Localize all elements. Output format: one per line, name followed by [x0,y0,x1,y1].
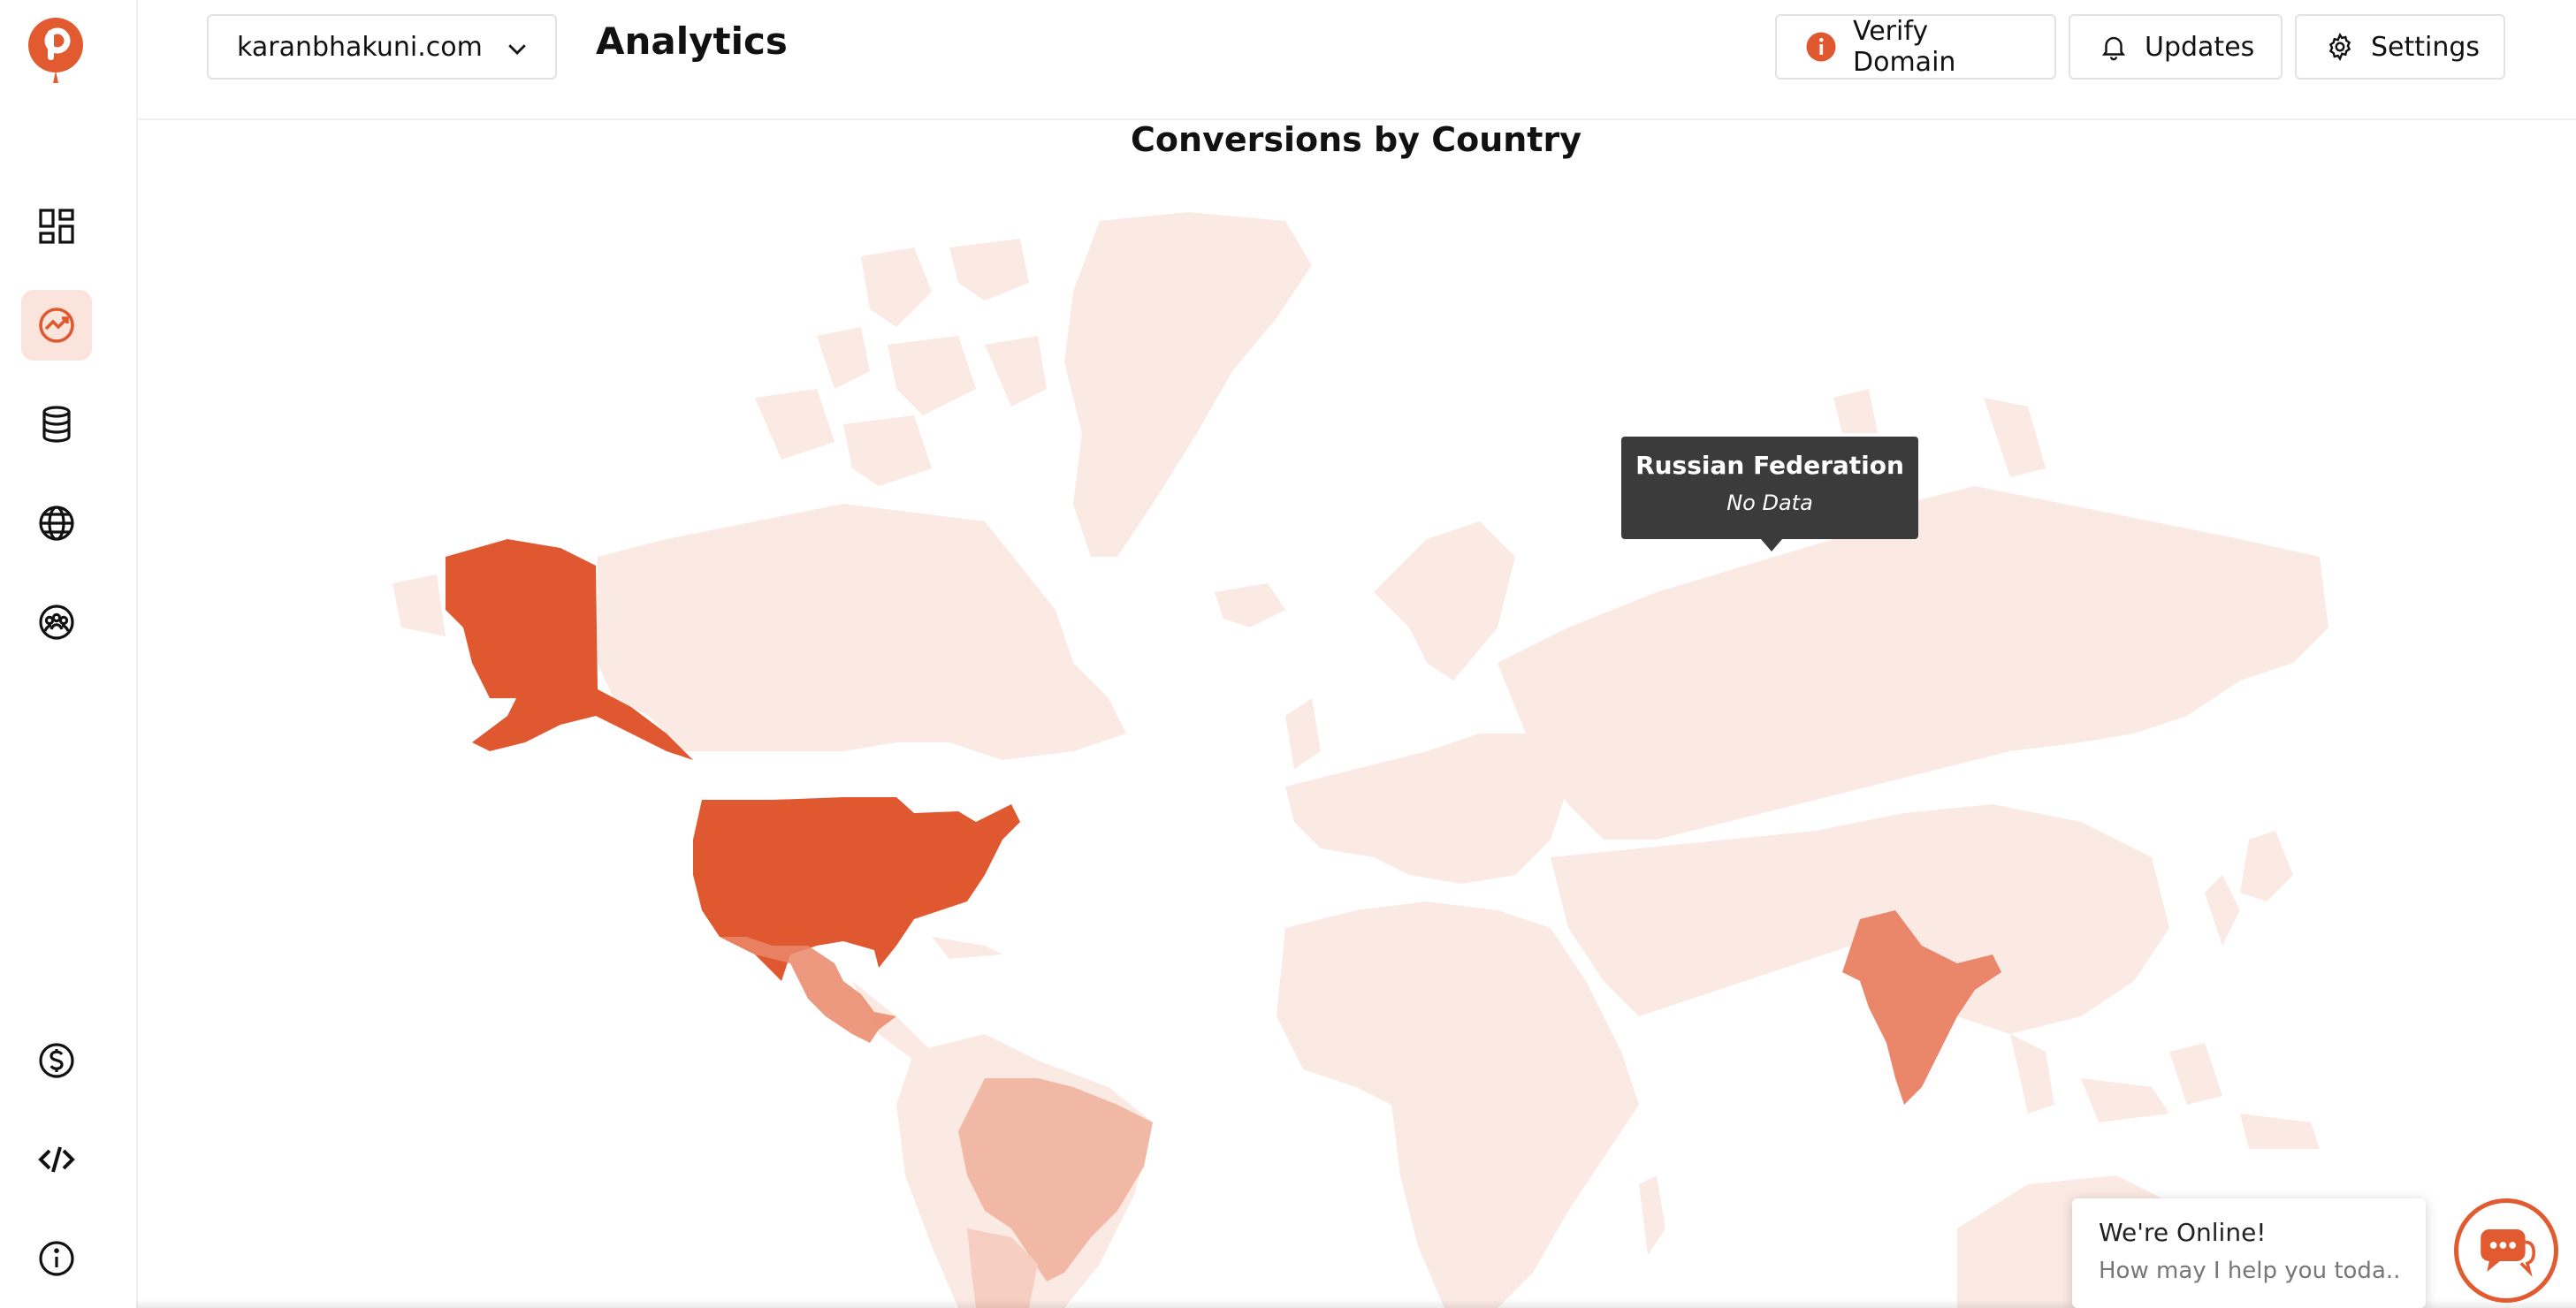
community-icon [39,605,74,640]
world-map [392,212,2328,1308]
bell-icon [2099,31,2129,63]
tooltip-country: Russian Federation [1635,451,1904,480]
country-russia [1498,486,2328,840]
code-icon [38,1146,75,1173]
chat-greeting-title: We're Online! [2099,1218,2267,1247]
page-title: Analytics [596,19,788,63]
nav-analytics[interactable] [21,290,92,361]
nav-dashboard[interactable] [21,191,92,262]
logo[interactable] [27,16,85,92]
analytics-icon [39,308,74,343]
gear-icon [2325,31,2355,63]
dollar-icon [39,1043,74,1078]
nav-community[interactable] [21,587,92,658]
map-title: Conversions by Country [1131,120,1581,159]
chat-greeting[interactable]: We're Online! How may I help you toda... [2072,1198,2426,1308]
map-tooltip: Russian Federation No Data [1621,437,1918,551]
domain-select-value: karanbhakuni.com [237,31,483,63]
nav-billing[interactable] [21,1025,92,1096]
country-canada [598,504,1126,760]
country-mexico [720,937,896,1043]
settings-button[interactable]: Settings [2295,14,2505,80]
country-europe [1285,734,1568,884]
header: karanbhakuni.com Analytics Verify Domain… [136,0,2576,120]
country-africa [1277,901,1639,1308]
sidebar [0,0,138,1308]
settings-label: Settings [2371,31,2481,63]
chat-icon [2481,1229,2536,1277]
chat-launcher-button[interactable] [2454,1198,2558,1303]
nav-database[interactable] [21,389,92,460]
updates-button[interactable]: Updates [2069,14,2283,80]
chevron-down-icon [508,44,526,55]
nav-code[interactable] [21,1124,92,1195]
nav-info[interactable] [21,1223,92,1294]
verify-domain-button[interactable]: Verify Domain [1775,14,2056,80]
domain-select[interactable]: karanbhakuni.com [207,14,557,80]
nav-globe[interactable] [21,488,92,559]
dashboard-icon [39,209,74,244]
updates-label: Updates [2145,31,2255,63]
verify-domain-label: Verify Domain [1853,16,1956,78]
tooltip-value: No Data [1726,490,1813,515]
chat-greeting-text: How may I help you toda... [2099,1258,2399,1284]
database-icon [42,406,71,443]
country-greenland [1064,212,1312,557]
alert-info-icon [1805,31,1837,63]
globe-icon [39,506,74,541]
info-icon [39,1241,74,1276]
